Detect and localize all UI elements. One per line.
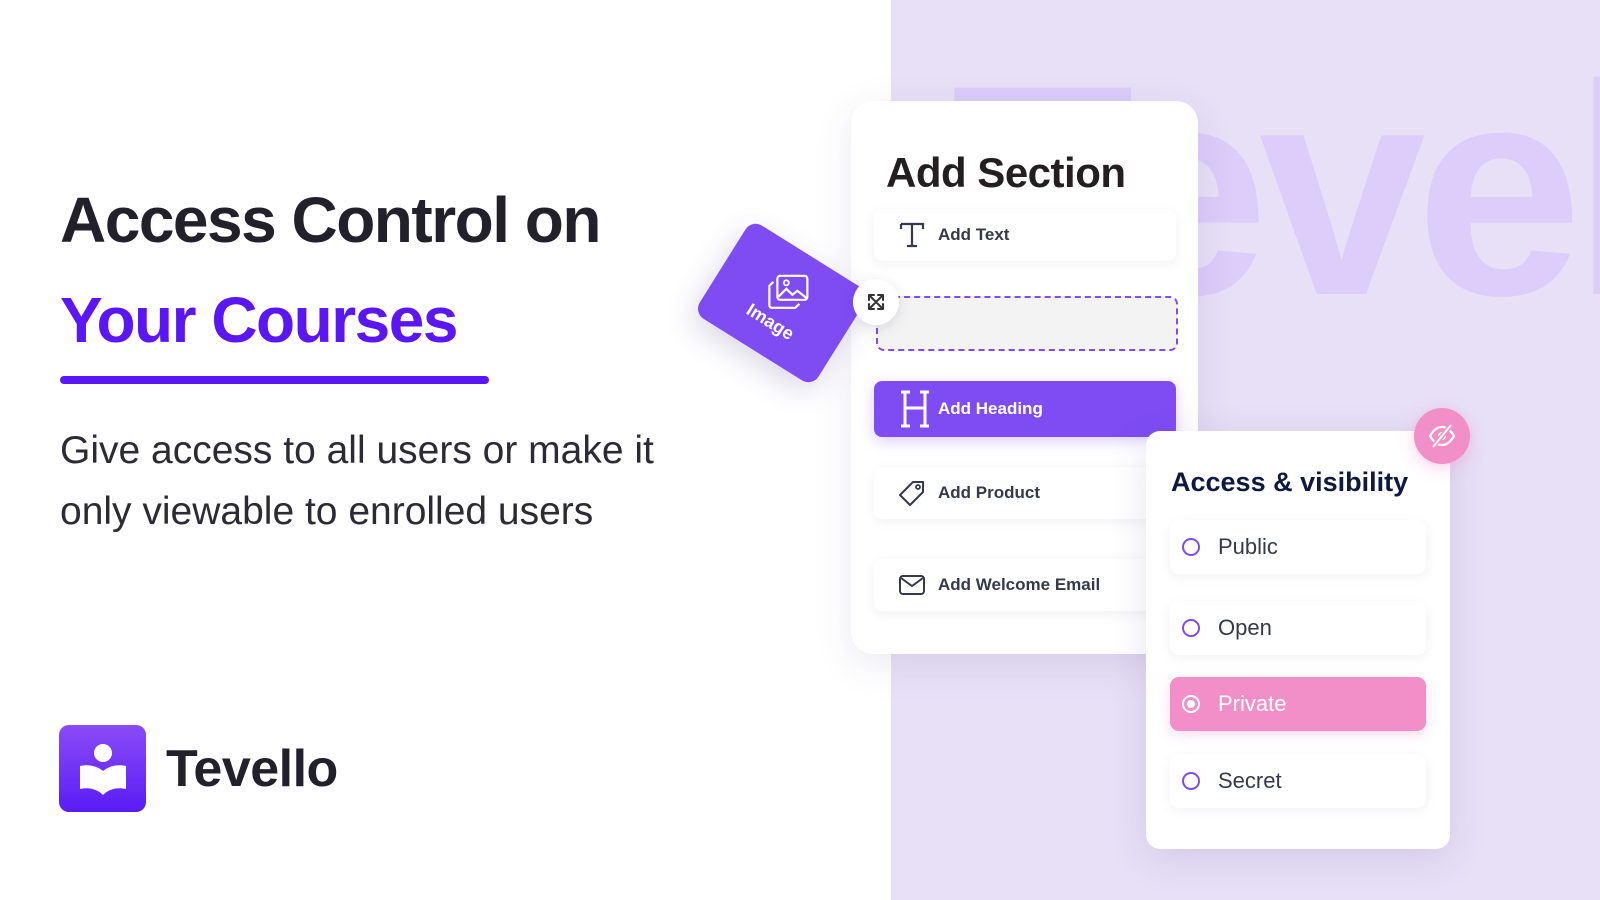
add-welcome-email-button[interactable]: Add Welcome Email (874, 559, 1176, 611)
book-reader-icon (79, 743, 126, 795)
add-heading-label: Add Heading (938, 399, 1043, 418)
add-product-label: Add Product (938, 483, 1040, 502)
add-text-label: Add Text (938, 225, 1010, 244)
brand-logo (59, 725, 146, 812)
move-handle[interactable] (853, 279, 899, 325)
add-section-title: Add Section (886, 149, 1126, 196)
option-label: Secret (1218, 768, 1282, 793)
visibility-option-public[interactable]: Public (1170, 520, 1426, 574)
subtitle: Give access to all users or make it only… (60, 420, 780, 542)
mail-icon (898, 571, 926, 599)
add-welcome-email-label: Add Welcome Email (938, 575, 1101, 594)
headline: Access Control on (60, 184, 601, 256)
brand: Tevello (59, 725, 338, 812)
option-label: Open (1218, 615, 1272, 640)
radio-button[interactable] (1182, 619, 1200, 637)
headline-accent: Your Courses (60, 284, 458, 356)
brand-name: Tevello (166, 739, 338, 798)
image-icon (768, 274, 809, 309)
add-text-button[interactable]: Add Text (874, 209, 1176, 261)
eye-off-icon (1428, 423, 1456, 449)
access-visibility-card: Access & visibility Public Open Private … (1146, 431, 1450, 849)
radio-button[interactable] (1182, 772, 1200, 790)
visibility-option-open[interactable]: Open (1170, 601, 1426, 655)
add-product-button[interactable]: Add Product (874, 467, 1176, 519)
access-visibility-title: Access & visibility (1171, 467, 1409, 497)
option-label: Private (1218, 691, 1287, 716)
tag-icon (898, 479, 926, 507)
move-arrows-icon (868, 294, 884, 310)
radio-button[interactable] (1182, 538, 1200, 556)
add-heading-button[interactable]: Add Heading (874, 381, 1176, 437)
text-icon (898, 221, 926, 249)
visibility-option-secret[interactable]: Secret (1170, 754, 1426, 808)
headline-underline (60, 376, 489, 384)
heading-icon (896, 388, 934, 430)
radio-button-selected[interactable] (1182, 695, 1200, 713)
subtitle-line-2: only viewable to enrolled users (60, 490, 594, 533)
visibility-option-private[interactable]: Private (1170, 677, 1426, 731)
option-label: Public (1218, 534, 1278, 559)
subtitle-line-1: Give access to all users or make it (60, 429, 654, 472)
drop-zone[interactable] (876, 296, 1178, 351)
visibility-badge (1414, 408, 1470, 464)
image-block-tile[interactable]: Image (693, 219, 871, 387)
